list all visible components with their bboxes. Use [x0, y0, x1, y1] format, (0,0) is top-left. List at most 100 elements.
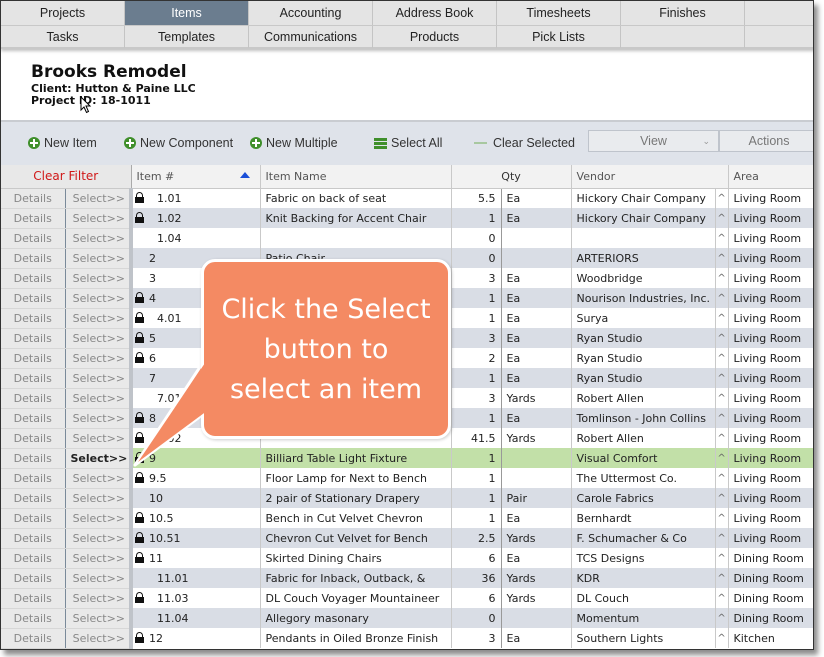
caret-up-icon[interactable]: ^: [714, 588, 729, 608]
table-row[interactable]: Details Select>> 1.01 Fabric on back of sea…: [1, 188, 813, 209]
table-row[interactable]: Details Select>> 9 Billiard Table Light Fix…: [1, 448, 813, 469]
table-row[interactable]: Details Select>> 10.5 Bench in Cut Velvet C…: [1, 508, 813, 529]
nav-tab-timesheets[interactable]: Timesheets: [497, 1, 621, 25]
select-button[interactable]: Select>>: [65, 268, 132, 289]
details-button[interactable]: Details: [1, 488, 66, 509]
new-item-button[interactable]: New Item: [28, 136, 97, 150]
nav-tab-items[interactable]: Items: [125, 1, 249, 25]
view-dropdown[interactable]: View ⌄: [588, 130, 719, 152]
nav-tab-products[interactable]: Products: [373, 26, 497, 48]
nav-tab-projects[interactable]: Projects: [1, 1, 125, 25]
nav-tab-tasks[interactable]: Tasks: [1, 26, 125, 48]
select-button[interactable]: Select>>: [65, 468, 132, 489]
clear-selected-button[interactable]: Clear Selected: [474, 136, 575, 150]
details-button[interactable]: Details: [1, 228, 66, 249]
caret-up-icon[interactable]: ^: [714, 188, 729, 208]
details-button[interactable]: Details: [1, 408, 66, 429]
details-button[interactable]: Details: [1, 208, 66, 229]
table-row[interactable]: Details Select>> 11 Skirted Dining Chairs 6 E…: [1, 548, 813, 569]
select-button[interactable]: Select>>: [65, 248, 132, 269]
details-button[interactable]: Details: [1, 628, 66, 649]
details-button[interactable]: Details: [1, 468, 66, 489]
caret-up-icon[interactable]: ^: [714, 468, 729, 488]
table-row[interactable]: Details Select>> 9.5 Floor Lamp for Next to…: [1, 468, 813, 489]
select-button[interactable]: Select>>: [65, 508, 132, 529]
details-button[interactable]: Details: [1, 268, 66, 289]
caret-up-icon[interactable]: ^: [714, 608, 729, 628]
caret-up-icon[interactable]: ^: [714, 528, 729, 548]
caret-up-icon[interactable]: ^: [714, 408, 729, 428]
caret-up-icon[interactable]: ^: [714, 228, 729, 248]
caret-up-icon[interactable]: ^: [714, 508, 729, 528]
select-button[interactable]: Select>>: [65, 448, 132, 469]
details-button[interactable]: Details: [1, 428, 66, 449]
table-row[interactable]: Details Select>> 11.04 Allegory masonary 0 Mo…: [1, 608, 813, 629]
details-button[interactable]: Details: [1, 188, 66, 209]
caret-up-icon[interactable]: ^: [714, 428, 729, 448]
caret-up-icon[interactable]: ^: [714, 268, 729, 288]
select-button[interactable]: Select>>: [65, 548, 132, 569]
nav-tab-address-book[interactable]: Address Book: [373, 1, 497, 25]
nav-tab-pick-lists[interactable]: Pick Lists: [497, 26, 621, 48]
select-button[interactable]: Select>>: [65, 408, 132, 429]
new-component-button[interactable]: New Component: [124, 136, 233, 150]
select-button[interactable]: Select>>: [65, 608, 132, 629]
select-button[interactable]: Select>>: [65, 308, 132, 329]
details-button[interactable]: Details: [1, 508, 66, 529]
table-row[interactable]: Details Select>> 1.04 0 ^ Living Room: [1, 228, 813, 249]
table-row[interactable]: Details Select>> 11.03 DL Couch Voyager Mou…: [1, 588, 813, 609]
table-row[interactable]: Details Select>> 1.02 Knit Backing for Acce…: [1, 208, 813, 229]
details-button[interactable]: Details: [1, 288, 66, 309]
details-button[interactable]: Details: [1, 248, 66, 269]
details-button[interactable]: Details: [1, 368, 66, 389]
new-multiple-button[interactable]: New Multiple: [250, 136, 338, 150]
details-button[interactable]: Details: [1, 608, 66, 629]
clear-filter-button[interactable]: Clear Filter: [1, 165, 132, 189]
caret-up-icon[interactable]: ^: [714, 328, 729, 348]
nav-tab-communications[interactable]: Communications: [249, 26, 373, 48]
select-button[interactable]: Select>>: [65, 368, 132, 389]
caret-up-icon[interactable]: ^: [714, 308, 729, 328]
details-button[interactable]: Details: [1, 448, 66, 469]
caret-up-icon[interactable]: ^: [714, 568, 729, 588]
select-button[interactable]: Select>>: [65, 628, 132, 649]
details-button[interactable]: Details: [1, 348, 66, 369]
column-header-item-name[interactable]: Item Name: [260, 165, 452, 189]
select-all-button[interactable]: Select All: [374, 136, 442, 150]
nav-tab-templates[interactable]: Templates: [125, 26, 249, 48]
select-button[interactable]: Select>>: [65, 288, 132, 309]
caret-up-icon[interactable]: ^: [714, 288, 729, 308]
select-button[interactable]: Select>>: [65, 428, 132, 449]
column-header-area[interactable]: Area: [728, 165, 813, 189]
caret-up-icon[interactable]: ^: [714, 488, 729, 508]
details-button[interactable]: Details: [1, 308, 66, 329]
table-row[interactable]: Details Select>> 10.51 Chevron Cut Velvet f…: [1, 528, 813, 549]
table-row[interactable]: Details Select>> 11.01 Fabric for Inback, O…: [1, 568, 813, 589]
details-button[interactable]: Details: [1, 528, 66, 549]
nav-tab-accounting[interactable]: Accounting: [249, 1, 373, 25]
caret-up-icon[interactable]: ^: [714, 388, 729, 408]
column-header-qty[interactable]: Qty: [451, 165, 572, 189]
caret-up-icon[interactable]: ^: [714, 448, 729, 468]
select-button[interactable]: Select>>: [65, 228, 132, 249]
caret-up-icon[interactable]: ^: [714, 208, 729, 228]
select-button[interactable]: Select>>: [65, 388, 132, 409]
details-button[interactable]: Details: [1, 588, 66, 609]
column-header-vendor[interactable]: Vendor: [571, 165, 729, 189]
details-button[interactable]: Details: [1, 328, 66, 349]
select-button[interactable]: Select>>: [65, 568, 132, 589]
nav-tab-finishes[interactable]: Finishes: [621, 1, 745, 25]
select-button[interactable]: Select>>: [65, 528, 132, 549]
select-button[interactable]: Select>>: [65, 348, 132, 369]
caret-up-icon[interactable]: ^: [714, 348, 729, 368]
select-button[interactable]: Select>>: [65, 328, 132, 349]
details-button[interactable]: Details: [1, 548, 66, 569]
details-button[interactable]: Details: [1, 568, 66, 589]
actions-button[interactable]: Actions: [719, 130, 813, 152]
select-button[interactable]: Select>>: [65, 488, 132, 509]
select-button[interactable]: Select>>: [65, 588, 132, 609]
table-row[interactable]: Details Select>> 12 Pendants in Oiled Bronz…: [1, 628, 813, 649]
caret-up-icon[interactable]: ^: [714, 248, 729, 268]
caret-up-icon[interactable]: ^: [714, 368, 729, 388]
select-button[interactable]: Select>>: [65, 208, 132, 229]
